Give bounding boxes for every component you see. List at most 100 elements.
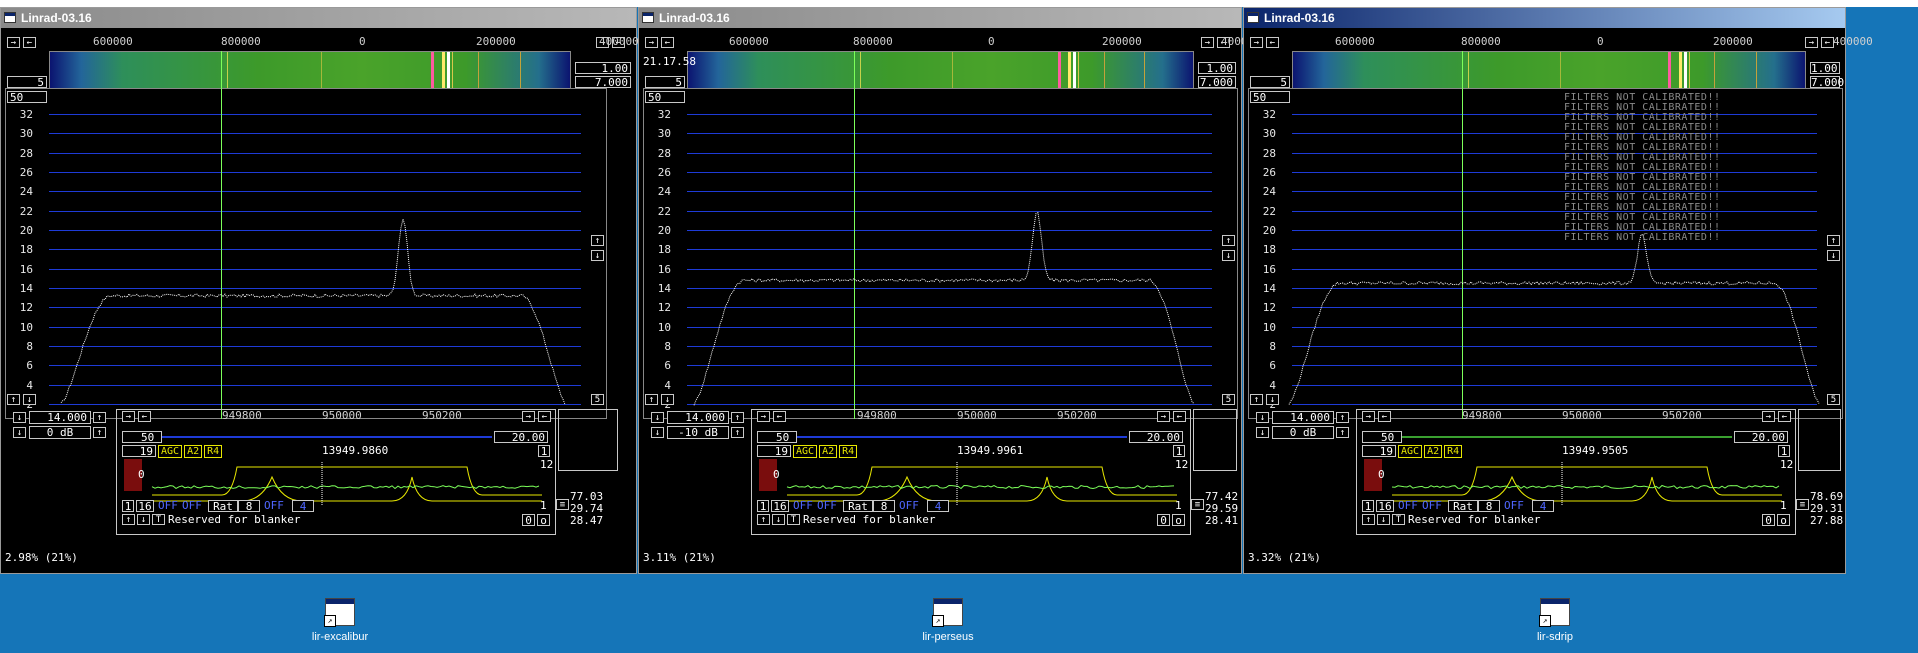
polarization-box[interactable] xyxy=(1798,409,1841,471)
spectrum-scale-button[interactable]: 5 xyxy=(1827,394,1840,405)
gain-up-button[interactable]: ↑ xyxy=(731,412,744,423)
linrad-window-1[interactable]: Linrad-03.16 → ← → ← 600000 800000 0 200000 4000… xyxy=(0,7,639,574)
bg-zoom-in-button[interactable]: → xyxy=(522,411,535,422)
off-toggle-2[interactable]: OFF xyxy=(1504,500,1524,512)
wf-small-value[interactable]: 5 xyxy=(1250,76,1290,88)
spectrum-down-button[interactable]: ↓ xyxy=(1827,250,1840,261)
att-up-button[interactable]: ↑ xyxy=(731,427,744,438)
bg-zoom-out-button[interactable]: ← xyxy=(538,411,551,422)
gain-value[interactable]: 14.000 xyxy=(1272,411,1334,424)
rat-value[interactable]: 8 xyxy=(238,500,260,512)
title-bar[interactable]: Linrad-03.16 xyxy=(1,8,636,28)
bg-right-value[interactable]: 20.00 xyxy=(494,431,548,443)
blanker-down-button[interactable]: ↓ xyxy=(137,514,150,525)
off-toggle-1[interactable]: OFF xyxy=(1398,500,1418,512)
off-toggle-1b[interactable]: OFF xyxy=(182,500,202,512)
bg-scroll-right-button[interactable]: ← xyxy=(1378,411,1391,422)
gain-up-button[interactable]: ↑ xyxy=(93,412,106,423)
box-o[interactable]: o xyxy=(1172,514,1185,526)
scroll-right-button[interactable]: ← xyxy=(1266,37,1279,48)
att-down-button[interactable]: ↓ xyxy=(13,427,26,438)
bg-scroll-right-button[interactable]: ← xyxy=(138,411,151,422)
gain-value[interactable]: 14.000 xyxy=(667,411,729,424)
blanker-up-button[interactable]: ↑ xyxy=(757,514,770,525)
bottom-box-16[interactable]: 16 xyxy=(1376,500,1394,512)
spectrum-up-left-button[interactable]: ↑ xyxy=(1250,394,1263,405)
bg-scroll-left-button[interactable]: → xyxy=(1362,411,1375,422)
bg-scroll-left-button[interactable]: → xyxy=(122,411,135,422)
wf-gain-value[interactable]: 1.00 xyxy=(1810,62,1840,74)
bottom-box-1[interactable]: 1 xyxy=(122,500,134,512)
bg-right-1[interactable]: 1 xyxy=(1778,445,1790,457)
bottom-box-16[interactable]: 16 xyxy=(136,500,154,512)
off-value[interactable]: 4 xyxy=(1532,500,1554,512)
rat-value[interactable]: 8 xyxy=(1478,500,1500,512)
blanker-t-button[interactable]: T xyxy=(1392,514,1405,525)
spectrum-down-button[interactable]: ↓ xyxy=(591,250,604,261)
desktop-icon-lir-sdrip[interactable]: ↗ lir-sdrip xyxy=(1510,598,1600,643)
attenuation-value[interactable]: 0 dB xyxy=(1272,426,1334,439)
rat-label[interactable]: Rat xyxy=(843,500,873,512)
off-value[interactable]: 4 xyxy=(292,500,314,512)
title-bar[interactable]: Linrad-03.16 xyxy=(1244,8,1845,28)
spectrum-up-button[interactable]: ↑ xyxy=(1827,235,1840,246)
att-up-button[interactable]: ↑ xyxy=(1336,427,1349,438)
scroll-left-button[interactable]: → xyxy=(1250,37,1263,48)
attenuation-value[interactable]: -10 dB xyxy=(667,426,729,439)
gain-down-button[interactable]: ↓ xyxy=(651,412,664,423)
bg-scroll-left-button[interactable]: → xyxy=(757,411,770,422)
waterfall-display[interactable] xyxy=(1292,51,1806,89)
scroll-right-button[interactable]: ← xyxy=(661,37,674,48)
zoom-in-button[interactable]: → xyxy=(1805,37,1818,48)
spectrum-panel[interactable] xyxy=(643,88,1238,419)
att-down-button[interactable]: ↓ xyxy=(1256,427,1269,438)
waterfall-display[interactable] xyxy=(687,51,1194,89)
off-toggle-1b[interactable]: OFF xyxy=(1422,500,1442,512)
box-zero[interactable]: 0 xyxy=(522,514,535,526)
waterfall-display[interactable] xyxy=(49,51,571,89)
spectrum-up-left-button[interactable]: ↑ xyxy=(7,394,20,405)
gain-up-button[interactable]: ↑ xyxy=(1336,412,1349,423)
box-o[interactable]: o xyxy=(1777,514,1790,526)
spectrum-down-left-button[interactable]: ↓ xyxy=(1266,394,1279,405)
bg-left-value[interactable]: 50 xyxy=(122,431,162,443)
off-toggle-2[interactable]: OFF xyxy=(899,500,919,512)
blanker-up-button[interactable]: ↑ xyxy=(122,514,135,525)
wf-gain-value[interactable]: 1.00 xyxy=(575,62,631,74)
gain-down-button[interactable]: ↓ xyxy=(13,412,26,423)
spectrum-scale-button[interactable]: 5 xyxy=(1222,394,1235,405)
wf-zero-value[interactable]: 7.000 xyxy=(1810,76,1844,88)
wf-zero-value[interactable]: 7.000 xyxy=(1198,76,1236,88)
attenuation-value[interactable]: 0 dB xyxy=(29,426,91,439)
spectrum-down-left-button[interactable]: ↓ xyxy=(23,394,36,405)
desktop-icon-lir-excalibur[interactable]: ↗ lir-excalibur xyxy=(295,598,385,643)
linrad-window-3[interactable]: Linrad-03.16 → ← → ← 600000 800000 0 200000 4000… xyxy=(1243,7,1873,574)
meter-up-button[interactable]: ≡ xyxy=(1191,499,1204,510)
bg-row2-left[interactable]: 19 xyxy=(1362,445,1396,457)
bg-right-value[interactable]: 20.00 xyxy=(1129,431,1183,443)
spectrum-up-left-button[interactable]: ↑ xyxy=(645,394,658,405)
polarization-box[interactable] xyxy=(1193,409,1237,471)
meter-up-button[interactable]: ≡ xyxy=(1796,499,1809,510)
blanker-down-button[interactable]: ↓ xyxy=(772,514,785,525)
scroll-left-button[interactable]: → xyxy=(7,37,20,48)
polarization-box[interactable] xyxy=(558,409,618,471)
bottom-box-1[interactable]: 1 xyxy=(757,500,769,512)
bg-right-value[interactable]: 20.00 xyxy=(1734,431,1788,443)
bg-right-1[interactable]: 1 xyxy=(1173,445,1185,457)
wf-small-value[interactable]: 5 xyxy=(645,76,685,88)
box-zero[interactable]: 0 xyxy=(1762,514,1775,526)
att-down-button[interactable]: ↓ xyxy=(651,427,664,438)
rat-label[interactable]: Rat xyxy=(208,500,238,512)
gain-value[interactable]: 14.000 xyxy=(29,411,91,424)
wf-zero-value[interactable]: 7.000 xyxy=(575,76,631,88)
title-bar[interactable]: Linrad-03.16 xyxy=(639,8,1241,28)
spectrum-up-button[interactable]: ↑ xyxy=(1222,235,1235,246)
spectrum-down-button[interactable]: ↓ xyxy=(1222,250,1235,261)
rat-label[interactable]: Rat xyxy=(1448,500,1478,512)
bg-left-value[interactable]: 50 xyxy=(757,431,797,443)
scroll-left-button[interactable]: → xyxy=(645,37,658,48)
linrad-window-2[interactable]: Linrad-03.16 → ← → ← 600000 800000 0 200000 4000… xyxy=(638,7,1261,574)
off-toggle-1[interactable]: OFF xyxy=(158,500,178,512)
rat-value[interactable]: 8 xyxy=(873,500,895,512)
